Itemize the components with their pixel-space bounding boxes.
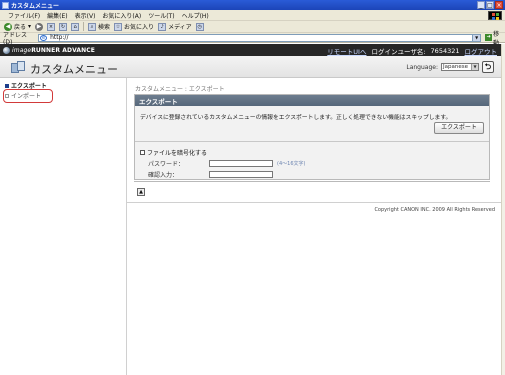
brand-name: imageRUNNER ADVANCE [12, 47, 95, 54]
copyright-text: Copyright CANON INC. 2009 All Rights Res… [374, 207, 495, 213]
password-label: パスワード： [148, 161, 185, 168]
maximize-button[interactable]: □ [486, 1, 494, 9]
highlight-annotation [3, 89, 53, 103]
imagerunner-logo-icon [3, 46, 10, 54]
address-bar: アドレス(D) e http:// ▼ ➜ 移動 [0, 31, 505, 47]
page-title: カスタムメニュー [30, 63, 118, 76]
window-title-bar: カスタムメニュー _ □ × [0, 0, 505, 10]
home-icon: ⌂ [71, 22, 80, 31]
encrypt-option[interactable]: ファイルを暗号化する [140, 148, 207, 157]
custom-menu-icon [11, 61, 27, 73]
menu-favorites[interactable]: お気に入り(A) [102, 11, 141, 20]
back-to-top-icon[interactable]: ▲ [137, 188, 145, 196]
favorites-button[interactable]: ☆ お気に入り [114, 22, 154, 31]
minimize-button[interactable]: _ [477, 1, 485, 9]
address-url: http:// [50, 34, 69, 41]
language-select[interactable]: Japanese ▼ [441, 63, 479, 71]
media-button[interactable]: ♪ メディア [158, 22, 192, 31]
address-input[interactable]: e http:// ▼ [38, 33, 482, 42]
stop-icon: × [47, 22, 56, 31]
search-label: 検索 [98, 24, 111, 31]
media-label: メディア [168, 24, 192, 31]
export-panel: エクスポート デバイスに登録されているカスタムメニューの情報をエクスポートします… [134, 94, 490, 180]
search-button[interactable]: ⌕ 検索 [88, 22, 110, 31]
windows-logo-icon [488, 11, 502, 20]
left-navigation: エクスポート インポート [0, 78, 127, 375]
brand-main: RUNNER ADVANCE [31, 46, 95, 54]
menu-help[interactable]: ヘルプ(H) [182, 11, 209, 20]
password-row: パスワード： (4～16文字) [148, 159, 305, 168]
language-value: Japanese [443, 64, 468, 70]
language-dropdown-icon: ▼ [471, 64, 478, 70]
browser-content: imageRUNNER ADVANCE リモートUIへ ログインユーザ名: 76… [0, 44, 501, 375]
ie-window-icon [2, 1, 9, 9]
logout-link[interactable]: ログアウト [465, 46, 498, 56]
star-icon: ☆ [114, 22, 123, 31]
password-hint: (4～16文字) [277, 161, 306, 167]
close-button[interactable]: × [495, 1, 503, 9]
refresh-button[interactable]: ↻ [59, 22, 68, 31]
footer-divider [127, 202, 501, 203]
password-input[interactable] [209, 160, 273, 167]
menu-view[interactable]: 表示(V) [75, 11, 96, 20]
address-dropdown-icon[interactable]: ▼ [472, 34, 481, 41]
brand-prefix: image [12, 46, 32, 54]
stop-button[interactable]: × [47, 22, 56, 31]
nav-bullet-icon [5, 83, 9, 88]
rui-header-bar: imageRUNNER ADVANCE リモートUIへ ログインユーザ名: 76… [0, 44, 501, 56]
history-icon: ◷ [195, 22, 204, 31]
panel-bottom-line [134, 181, 490, 182]
confirm-row: 確認入力： [148, 170, 273, 179]
menu-edit[interactable]: 編集(E) [47, 11, 67, 20]
export-button[interactable]: エクスポート [434, 122, 484, 134]
home-button[interactable]: ⌂ [71, 22, 80, 31]
remote-ui-top-link[interactable]: リモートUIへ [327, 46, 366, 56]
history-button[interactable]: ◷ [195, 22, 204, 31]
confirm-label: 確認入力： [148, 172, 179, 179]
page-title-bar: カスタムメニュー Language: Japanese ▼ ⮌ [0, 56, 501, 78]
login-user-value: 7654321 [430, 47, 460, 55]
forward-button[interactable]: ▶ [35, 22, 44, 31]
panel-title: エクスポート [135, 95, 489, 106]
menu-tools[interactable]: ツール(T) [148, 11, 174, 20]
toolbar-separator [83, 22, 85, 31]
window-title: カスタムメニュー [11, 2, 60, 10]
menu-bar: ファイル(F) 編集(E) 表示(V) お気に入り(A) ツール(T) ヘルプ(… [0, 10, 505, 21]
browser-toolbar: ◀ 戻る ▾ ▶ × ↻ ⌂ ⌕ 検索 ☆ お気に入り ♪ メディア ◷ [0, 21, 505, 33]
search-icon: ⌕ [88, 22, 97, 31]
encrypt-checkbox[interactable] [140, 150, 145, 155]
encrypt-label: ファイルを暗号化する [147, 150, 208, 157]
language-selector: Language: Japanese ▼ [406, 63, 479, 71]
panel-divider [135, 141, 489, 142]
breadcrumb: カスタムメニュー : エクスポート [135, 86, 225, 93]
favorites-label: お気に入り [124, 24, 155, 31]
go-arrow-icon: ➜ [485, 34, 493, 41]
language-label: Language: [406, 63, 438, 71]
refresh-icon: ↻ [59, 22, 68, 31]
vertical-scrollbar[interactable] [501, 44, 505, 375]
forward-arrow-icon: ▶ [35, 22, 44, 31]
export-description: デバイスに登録されているカスタムメニューの情報をエクスポートします。正しく処理で… [140, 115, 452, 121]
login-user-label: ログインユーザ名: [371, 48, 426, 56]
media-icon: ♪ [158, 22, 167, 31]
confirm-input[interactable] [209, 171, 273, 178]
menu-file[interactable]: ファイル(F) [8, 11, 40, 20]
language-apply-button[interactable]: ⮌ [482, 61, 494, 73]
ie-page-icon: e [40, 34, 48, 41]
header-right: リモートUIへ ログインユーザ名: 7654321 ログアウト [327, 46, 497, 56]
window-controls: _ □ × [477, 1, 503, 9]
